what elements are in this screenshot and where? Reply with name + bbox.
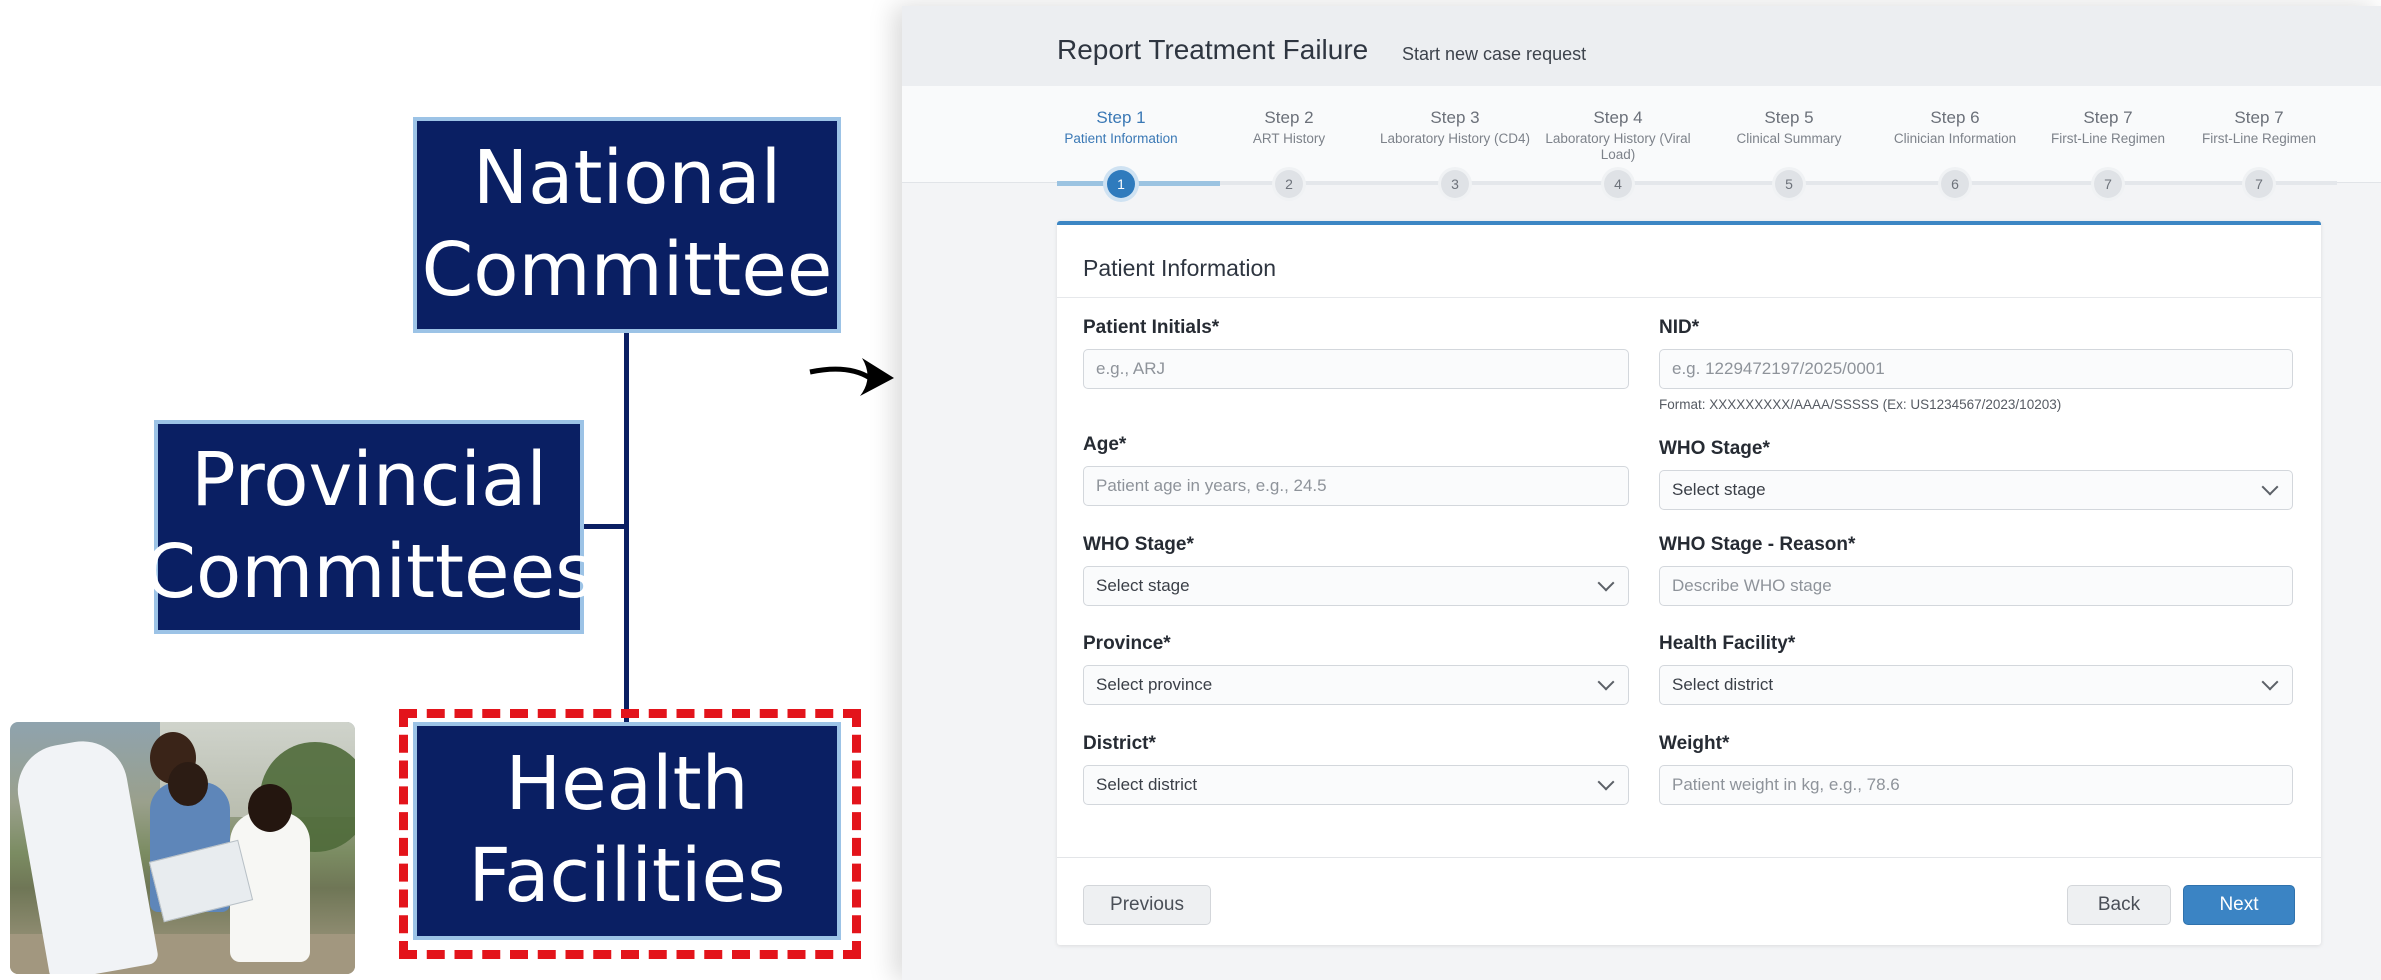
stepper-progress bbox=[1057, 181, 1220, 186]
chevron-down-icon bbox=[1597, 773, 1615, 791]
weight-label: Weight* bbox=[1659, 733, 1730, 754]
step-4-indicator[interactable]: 4 bbox=[1604, 170, 1632, 198]
step-7-duplicate-indicator[interactable]: 7 bbox=[2245, 170, 2273, 198]
chevron-down-icon bbox=[1597, 574, 1615, 592]
patient-information-card: Patient Information Patient Initials* e.… bbox=[1057, 221, 2321, 945]
provincial-committees-label: Provincial Committees bbox=[144, 437, 594, 615]
patient-initials-field: Patient Initials* e.g., ARJ bbox=[1083, 317, 1629, 389]
step-label: Clinician Information bbox=[1893, 131, 2017, 146]
step-3[interactable]: Step 3 Laboratory History (CD4) bbox=[1370, 108, 1540, 147]
step-label: First-Line Regimen bbox=[2201, 131, 2317, 146]
step-3-indicator[interactable]: 3 bbox=[1441, 170, 1469, 198]
who-stage-right-label: WHO Stage* bbox=[1659, 438, 1770, 459]
step-label: Clinical Summary bbox=[1736, 131, 1842, 146]
health-facility-value: Select district bbox=[1672, 675, 1774, 694]
nid-field: NID* e.g. 1229472197/2025/0001 Format: X… bbox=[1659, 317, 2293, 412]
next-button[interactable]: Next bbox=[2183, 885, 2295, 925]
age-input[interactable]: Patient age in years, e.g., 24.5 bbox=[1083, 466, 1629, 506]
provincial-committees-box: Provincial Committees bbox=[144, 420, 594, 634]
who-stage-right-select[interactable]: Select stage bbox=[1659, 470, 2293, 510]
patient-initials-input[interactable]: e.g., ARJ bbox=[1083, 349, 1629, 389]
step-label: Laboratory History (CD4) bbox=[1379, 131, 1531, 146]
step-1[interactable]: Step 1 Patient Information bbox=[1036, 108, 1206, 147]
step-label: Laboratory History (Viral Load) bbox=[1545, 131, 1691, 163]
step-title: Step 6 bbox=[1930, 108, 1980, 127]
health-facilities-label: Health Facilities bbox=[468, 741, 786, 919]
patient-initials-label: Patient Initials* bbox=[1083, 317, 1220, 338]
province-field: Province* Select province bbox=[1083, 633, 1629, 705]
footer-divider bbox=[1057, 857, 2321, 858]
clinic-photo bbox=[10, 722, 355, 974]
wizard-stepper: Step 1 Patient Information Step 2 ART Hi… bbox=[902, 86, 2381, 198]
step-4[interactable]: Step 4 Laboratory History (Viral Load) bbox=[1543, 108, 1693, 164]
who-stage-left-field: WHO Stage* Select stage bbox=[1083, 534, 1629, 606]
chevron-down-icon bbox=[2261, 478, 2279, 496]
who-stage-reason-label: WHO Stage - Reason* bbox=[1659, 534, 1856, 555]
step-title: Step 3 bbox=[1430, 108, 1480, 127]
step-title: Step 7 bbox=[2234, 108, 2284, 127]
step-7[interactable]: Step 7 First-Line Regimen bbox=[2038, 108, 2178, 147]
step-title: Step 5 bbox=[1764, 108, 1814, 127]
district-select[interactable]: Select district bbox=[1083, 765, 1629, 805]
step-label: First-Line Regimen bbox=[2050, 131, 2166, 146]
step-2[interactable]: Step 2 ART History bbox=[1204, 108, 1374, 147]
health-facilities-box: Health Facilities bbox=[413, 722, 841, 940]
nid-input[interactable]: e.g. 1229472197/2025/0001 bbox=[1659, 349, 2293, 389]
nid-format-hint: Format: XXXXXXXXX/AAAA/SSSSS (Ex: US1234… bbox=[1659, 397, 2062, 412]
arrow-right-icon bbox=[809, 358, 894, 396]
district-label: District* bbox=[1083, 733, 1156, 754]
section-title: Patient Information bbox=[1083, 255, 1277, 281]
page-header: Report Treatment Failure Start new case … bbox=[902, 6, 2381, 86]
app-window: Report Treatment Failure Start new case … bbox=[902, 6, 2381, 980]
step-label: ART History bbox=[1252, 131, 1326, 146]
national-committee-label: National Committee bbox=[421, 135, 833, 313]
section-divider bbox=[1057, 297, 2321, 298]
back-button[interactable]: Back bbox=[2067, 885, 2171, 925]
step-1-indicator[interactable]: 1 bbox=[1107, 170, 1135, 198]
who-stage-left-select[interactable]: Select stage bbox=[1083, 566, 1629, 606]
who-stage-reason-field: WHO Stage - Reason* Describe WHO stage bbox=[1659, 534, 2293, 606]
chevron-down-icon bbox=[1597, 673, 1615, 691]
step-title: Step 1 bbox=[1096, 108, 1146, 127]
who-stage-right-field: WHO Stage* Select stage bbox=[1659, 438, 2293, 510]
previous-button[interactable]: Previous bbox=[1083, 885, 1211, 925]
who-stage-left-value: Select stage bbox=[1096, 576, 1190, 595]
step-7-indicator[interactable]: 7 bbox=[2094, 170, 2122, 198]
step-label: Patient Information bbox=[1064, 131, 1178, 146]
health-facility-label: Health Facility* bbox=[1659, 633, 1796, 654]
nid-label: NID* bbox=[1659, 317, 1700, 338]
age-field: Age* Patient age in years, e.g., 24.5 bbox=[1083, 434, 1629, 506]
step-5-indicator[interactable]: 5 bbox=[1775, 170, 1803, 198]
step-7-duplicate[interactable]: Step 7 First-Line Regimen bbox=[2194, 108, 2324, 147]
weight-input[interactable]: Patient weight in kg, e.g., 78.6 bbox=[1659, 765, 2293, 805]
step-title: Step 2 bbox=[1264, 108, 1314, 127]
who-stage-left-label: WHO Stage* bbox=[1083, 534, 1194, 555]
province-value: Select province bbox=[1096, 675, 1213, 694]
step-title: Step 4 bbox=[1593, 108, 1643, 127]
who-stage-reason-input[interactable]: Describe WHO stage bbox=[1659, 566, 2293, 606]
district-value: Select district bbox=[1096, 775, 1198, 794]
province-select[interactable]: Select province bbox=[1083, 665, 1629, 705]
step-6-indicator[interactable]: 6 bbox=[1941, 170, 1969, 198]
who-stage-right-value: Select stage bbox=[1672, 480, 1766, 499]
district-field: District* Select district bbox=[1083, 733, 1629, 805]
page-title: Report Treatment Failure bbox=[1057, 34, 1369, 65]
stepper-track bbox=[1057, 181, 2337, 185]
step-title: Step 7 bbox=[2083, 108, 2133, 127]
page-subtitle: Start new case request bbox=[1402, 44, 1587, 64]
national-committee-box: National Committee bbox=[413, 117, 841, 333]
health-facility-select[interactable]: Select district bbox=[1659, 665, 2293, 705]
weight-field: Weight* Patient weight in kg, e.g., 78.6 bbox=[1659, 733, 2293, 805]
age-label: Age* bbox=[1083, 434, 1127, 455]
step-6[interactable]: Step 6 Clinician Information bbox=[1870, 108, 2040, 147]
step-5[interactable]: Step 5 Clinical Summary bbox=[1704, 108, 1874, 147]
province-label: Province* bbox=[1083, 633, 1171, 654]
health-facility-field: Health Facility* Select district bbox=[1659, 633, 2293, 705]
chevron-down-icon bbox=[2261, 673, 2279, 691]
step-2-indicator[interactable]: 2 bbox=[1275, 170, 1303, 198]
